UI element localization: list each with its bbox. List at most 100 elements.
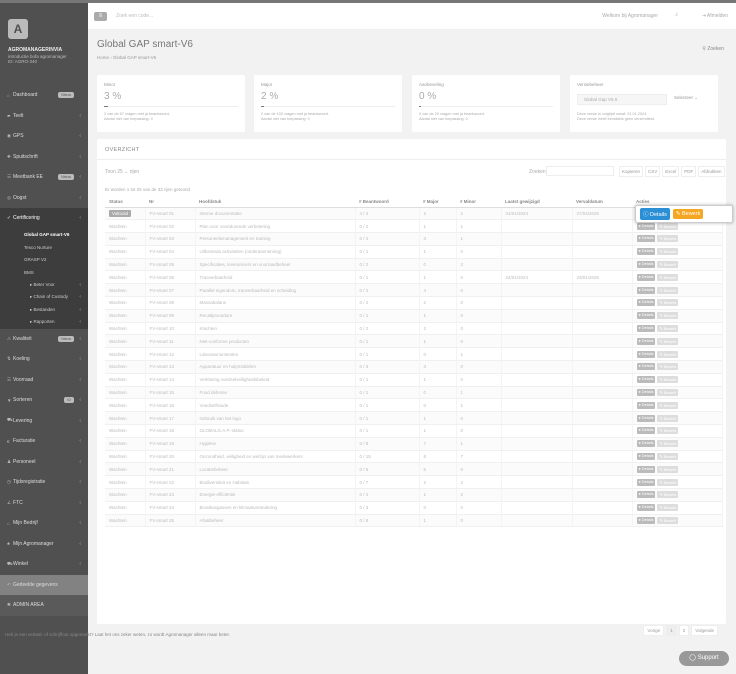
sidebar-item-oogst[interactable]: ◎ Oogst ‹ xyxy=(0,188,88,209)
row-details-button[interactable]: ● Details xyxy=(636,273,656,281)
export-button[interactable]: Kopieren xyxy=(619,166,644,177)
sidebar-item-facturatie[interactable]: € Facturatie ‹ xyxy=(0,431,88,452)
row-details-button[interactable]: ● Details xyxy=(636,312,656,320)
column-header[interactable]: # Minor xyxy=(456,197,501,208)
export-button[interactable]: CSV xyxy=(645,166,661,177)
sidebar-item-certificering[interactable]: ✔ Certificering ‹ xyxy=(0,208,88,229)
row-bewerk-button[interactable]: ✎ Bewerk xyxy=(657,478,679,486)
version-select-button[interactable]: Selecteer ⌄ xyxy=(674,95,698,101)
subnav-item[interactable]: GRASP V2 xyxy=(0,254,88,267)
sidebar-item-admin-area[interactable]: ✱ ADMIN AREA xyxy=(0,595,88,616)
row-details-button[interactable]: ● Details xyxy=(636,235,656,243)
row-details-button[interactable]: ● Details xyxy=(636,414,656,422)
sidebar-item-dashboard[interactable]: ⌂ Dashboard Nieuw xyxy=(0,85,88,106)
row-bewerk-button[interactable]: ✎ Bewerk xyxy=(657,453,679,461)
sidebar-item-ftc[interactable]: ∠ FTC ‹ xyxy=(0,493,88,514)
row-details-button[interactable]: ● Details xyxy=(636,465,656,473)
column-header[interactable]: Hoofdstuk xyxy=(195,197,355,208)
row-bewerk-button[interactable]: ✎ Bewerk xyxy=(657,517,679,525)
subnav-item[interactable]: ▸ Rapporten ‹ xyxy=(0,316,88,329)
subnav-item[interactable]: BMS xyxy=(0,266,88,279)
sidebar-item-tijdsregistratie[interactable]: ◷ Tijdsregistratie ‹ xyxy=(0,472,88,493)
row-details-button[interactable]: ● Details xyxy=(636,286,656,294)
column-header[interactable]: # Major xyxy=(419,197,456,208)
row-bewerk-button[interactable]: ✎ Bewerk xyxy=(657,337,679,345)
sidebar-item-koeling[interactable]: ⇅ Koeling ‹ xyxy=(0,349,88,370)
row-bewerk-button[interactable]: ✎ Bewerk xyxy=(657,427,679,435)
subnav-item[interactable]: ▸ Bestanden ‹ xyxy=(0,304,88,317)
sidebar-item-personeel[interactable]: ♟ Personeel ‹ xyxy=(0,452,88,473)
row-details-button[interactable]: ● Details xyxy=(636,325,656,333)
export-button[interactable]: Excel xyxy=(662,166,680,177)
subnav-item[interactable]: ▸ Beter Voor ‹ xyxy=(0,279,88,292)
row-details-button[interactable]: ● Details xyxy=(636,222,656,230)
row-details-button[interactable]: ● Details xyxy=(636,376,656,384)
sidebar-item-teelt[interactable]: ▰ Teelt ‹ xyxy=(0,106,88,127)
row-details-button[interactable]: ● Details xyxy=(636,440,656,448)
row-bewerk-button[interactable]: ✎ Bewerk xyxy=(657,363,679,371)
row-details-button[interactable]: ● Details xyxy=(636,350,656,358)
details-button[interactable]: ⓘ Details xyxy=(640,208,670,220)
subnav-item[interactable]: ▸ Chain of Custody ‹ xyxy=(0,291,88,304)
row-bewerk-button[interactable]: ✎ Bewerk xyxy=(657,299,679,307)
column-header[interactable]: Nr xyxy=(145,197,195,208)
row-details-button[interactable]: ● Details xyxy=(636,504,656,512)
subnav-item[interactable]: Tesco Nurture xyxy=(0,241,88,254)
sidebar-item-levering[interactable]: ⛟ Levering ‹ xyxy=(0,411,88,432)
breadcrumb[interactable]: Home › Global GAP smart-V6 xyxy=(97,55,156,60)
row-details-button[interactable]: ● Details xyxy=(636,389,656,397)
row-details-button[interactable]: ● Details xyxy=(636,491,656,499)
row-bewerk-button[interactable]: ✎ Bewerk xyxy=(657,235,679,243)
welcome-link[interactable]: Welkom bij Agromanager xyxy=(602,13,658,19)
column-header[interactable]: Status xyxy=(105,197,145,208)
row-details-button[interactable]: ● Details xyxy=(636,261,656,269)
filter-input[interactable] xyxy=(546,166,614,176)
row-details-button[interactable]: ● Details xyxy=(636,337,656,345)
version-select[interactable]: Global Gap V6.0 xyxy=(577,94,667,105)
row-bewerk-button[interactable]: ✎ Bewerk xyxy=(657,491,679,499)
bell-icon[interactable]: ♪ xyxy=(675,12,678,18)
row-details-button[interactable]: ● Details xyxy=(636,248,656,256)
column-header[interactable]: Vervaldatum xyxy=(572,197,632,208)
row-bewerk-button[interactable]: ✎ Bewerk xyxy=(657,376,679,384)
sidebar-item-gedeelde-gegevens[interactable]: ↶ Gedeelde gegevens xyxy=(0,574,88,595)
logout-link[interactable]: ⇥ Afmelden xyxy=(702,13,728,19)
column-header[interactable]: # Beantwoord xyxy=(355,197,419,208)
subnav-item[interactable]: Global GAP smart-V6 xyxy=(0,229,88,242)
row-bewerk-button[interactable]: ✎ Bewerk xyxy=(657,465,679,473)
row-bewerk-button[interactable]: ✎ Bewerk xyxy=(657,401,679,409)
row-bewerk-button[interactable]: ✎ Bewerk xyxy=(657,273,679,281)
row-bewerk-button[interactable]: ✎ Bewerk xyxy=(657,286,679,294)
sidebar-item-voorraad[interactable]: ☰ Voorraad ‹ xyxy=(0,370,88,391)
pager-prev[interactable]: Vorige xyxy=(643,625,665,636)
row-bewerk-button[interactable]: ✎ Bewerk xyxy=(657,389,679,397)
sidebar-item-sorteren[interactable]: ▼ Sorteren V2 ‹ xyxy=(0,390,88,411)
sidebar-item-winkel[interactable]: ⛟ Winkel ‹ xyxy=(0,554,88,575)
sidebar-item-meetbank-ee[interactable]: ☰ Meetbank EE Nieuw ‹ xyxy=(0,167,88,188)
row-bewerk-button[interactable]: ✎ Bewerk xyxy=(657,414,679,422)
row-bewerk-button[interactable]: ✎ Bewerk xyxy=(657,504,679,512)
support-button[interactable]: ◯ Support xyxy=(679,651,729,666)
row-details-button[interactable]: ● Details xyxy=(636,299,656,307)
row-details-button[interactable]: ● Details xyxy=(636,517,656,525)
column-header[interactable]: Laatst gewijzigd xyxy=(501,197,572,208)
row-bewerk-button[interactable]: ✎ Bewerk xyxy=(657,261,679,269)
page-length-select[interactable]: Toon 25 ⌄ rijen xyxy=(105,169,139,175)
row-bewerk-button[interactable]: ✎ Bewerk xyxy=(657,325,679,333)
row-details-button[interactable]: ● Details xyxy=(636,478,656,486)
row-bewerk-button[interactable]: ✎ Bewerk xyxy=(657,248,679,256)
code-search-input[interactable]: Zoek een code... xyxy=(116,13,153,19)
row-bewerk-button[interactable]: ✎ Bewerk xyxy=(657,440,679,448)
export-button[interactable]: PDF xyxy=(681,166,697,177)
row-details-button[interactable]: ● Details xyxy=(636,453,656,461)
export-button[interactable]: Afdrukken xyxy=(698,166,725,177)
pager-page-1[interactable]: 1 xyxy=(666,625,677,636)
menu-toggle-button[interactable]: ≡ xyxy=(94,12,107,21)
row-bewerk-button[interactable]: ✎ Bewerk xyxy=(657,312,679,320)
row-bewerk-button[interactable]: ✎ Bewerk xyxy=(657,350,679,358)
sidebar-item-spuitschrift[interactable]: ✚ Spuitschrift ‹ xyxy=(0,147,88,168)
row-bewerk-button[interactable]: ✎ Bewerk xyxy=(657,222,679,230)
row-details-button[interactable]: ● Details xyxy=(636,427,656,435)
page-search-button[interactable]: ⚲ Zoeken xyxy=(702,46,724,52)
pager-page-2[interactable]: 2 xyxy=(678,625,690,636)
